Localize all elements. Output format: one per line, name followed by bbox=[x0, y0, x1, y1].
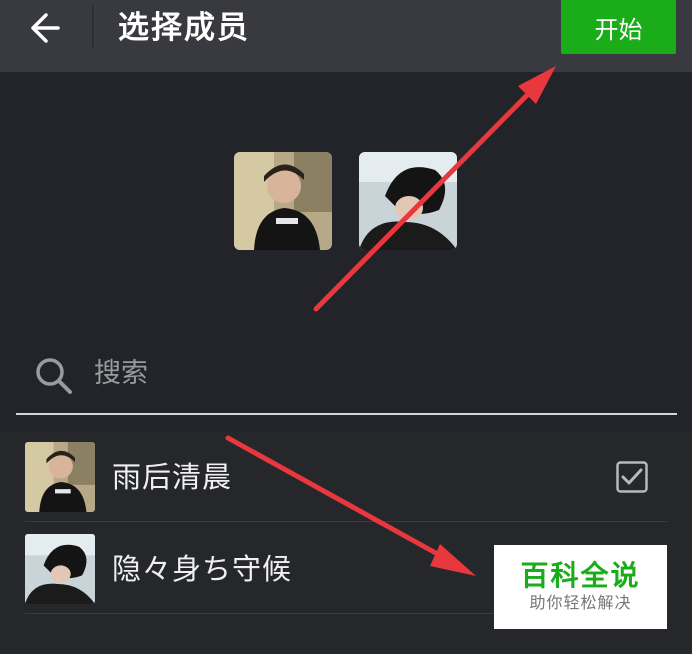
selected-avatar-2[interactable] bbox=[359, 152, 457, 250]
selected-members-area bbox=[0, 72, 692, 332]
contact-name: 隐々身ち守候 bbox=[112, 552, 293, 586]
avatar-photo bbox=[359, 152, 457, 250]
arrow-left-icon bbox=[31, 13, 60, 43]
selected-avatar-1[interactable] bbox=[234, 152, 332, 250]
contact-name: 雨后清晨 bbox=[112, 460, 233, 494]
search-underline bbox=[16, 413, 677, 415]
header-divider bbox=[92, 6, 94, 48]
page-title: 选择成员 bbox=[118, 10, 250, 46]
start-button[interactable]: 开始 bbox=[561, 0, 676, 54]
list-item[interactable]: 雨后清晨 bbox=[0, 432, 692, 522]
avatar-photo bbox=[25, 534, 95, 604]
avatar bbox=[25, 534, 95, 604]
avatar-photo bbox=[234, 152, 332, 250]
divider bbox=[25, 521, 667, 522]
search-input[interactable]: 搜索 bbox=[94, 354, 148, 394]
watermark-subtitle: 助你轻松解决 bbox=[529, 593, 632, 612]
avatar-photo bbox=[25, 442, 95, 512]
watermark-title: 百科全说 bbox=[520, 559, 641, 592]
top-bar: 选择成员 开始 bbox=[0, 0, 692, 72]
watermark-logo: 百科全说 助你轻松解决 bbox=[494, 545, 667, 629]
checkbox-checked-icon[interactable] bbox=[616, 461, 648, 493]
search-icon bbox=[36, 358, 72, 394]
back-button[interactable] bbox=[28, 10, 68, 46]
avatar bbox=[25, 442, 95, 512]
search-bar[interactable]: 搜索 bbox=[16, 340, 677, 415]
